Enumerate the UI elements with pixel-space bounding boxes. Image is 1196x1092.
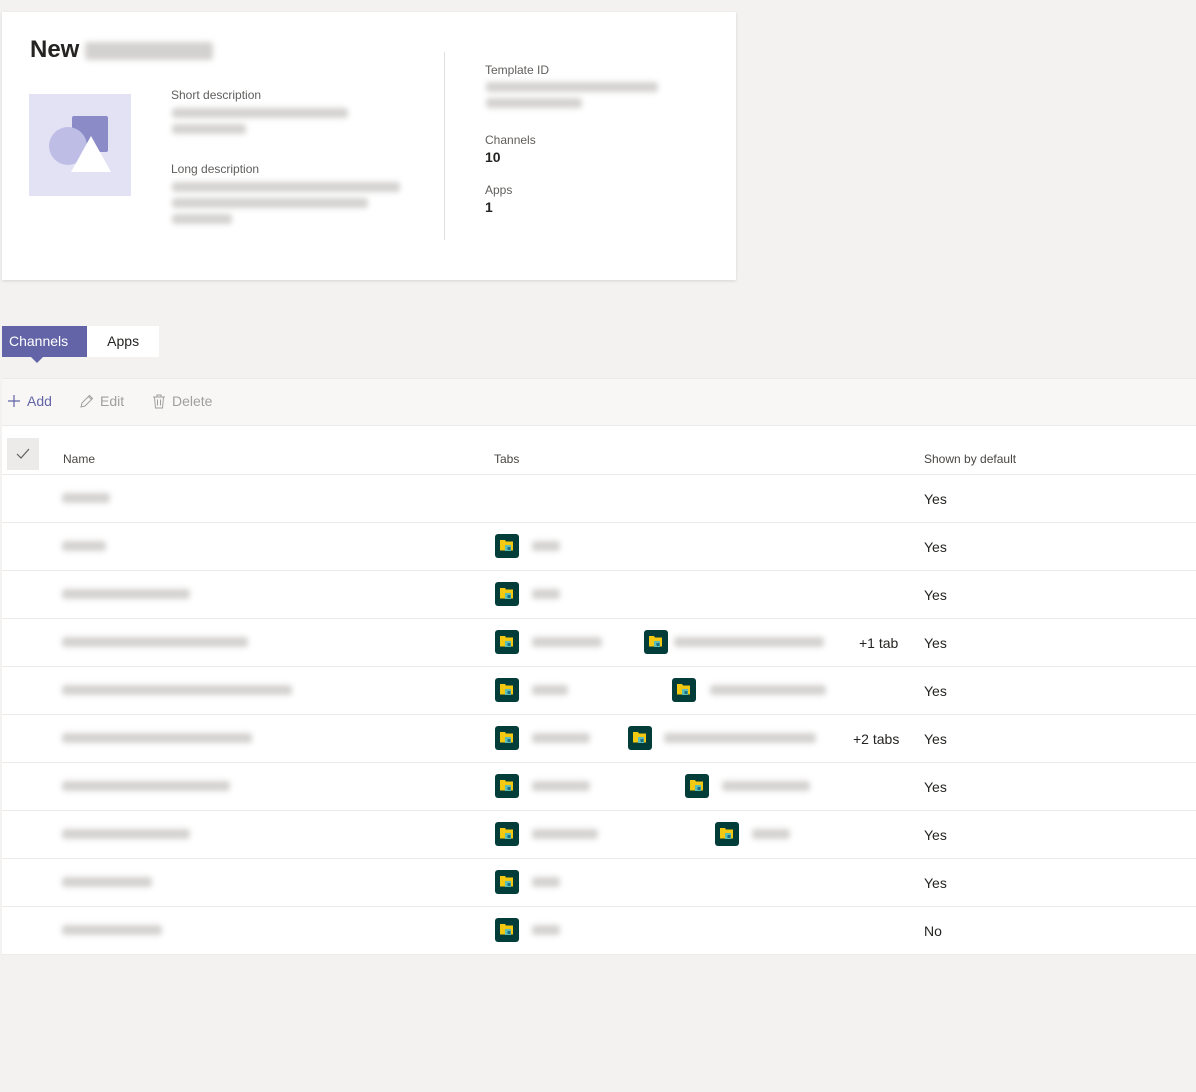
edit-label: Edit	[100, 393, 125, 409]
apps-count: 1	[485, 199, 493, 215]
redacted-long-description	[172, 182, 400, 224]
shown-by-default-value: Yes	[924, 731, 947, 747]
shown-by-default-value: Yes	[924, 779, 947, 795]
template-summary-card: New Short description Long description T…	[2, 12, 736, 280]
pivot-tabs: Channels Apps	[2, 326, 160, 363]
channels-count: 10	[485, 149, 501, 165]
template-title: New	[30, 36, 214, 64]
redacted-channel-name	[62, 925, 162, 935]
table-row[interactable]: +2 tabs Yes	[2, 715, 1196, 763]
channels-label: Channels	[485, 133, 536, 147]
files-app-icon	[495, 918, 519, 942]
tab-channels[interactable]: Channels	[2, 326, 88, 363]
shapes-icon	[49, 116, 111, 172]
channels-grid: Name Tabs Shown by default Yes Yes Yes +1 t…	[2, 426, 1196, 955]
table-row[interactable]: Yes	[2, 763, 1196, 811]
redacted-tab-name	[532, 637, 602, 647]
files-app-icon	[495, 534, 519, 558]
redacted-channel-name	[62, 877, 152, 887]
card-divider	[444, 52, 445, 240]
redacted-tab-name	[722, 781, 810, 791]
apps-label: Apps	[485, 183, 513, 197]
short-description-label: Short description	[171, 88, 262, 102]
redacted-tab-name	[532, 733, 590, 743]
plus-icon	[8, 395, 20, 407]
redacted-template-id	[486, 82, 658, 108]
redacted-tab-name	[674, 637, 824, 647]
files-app-icon	[628, 726, 652, 750]
delete-button[interactable]: Delete	[152, 393, 212, 409]
column-header-shown-by-default[interactable]: Shown by default	[924, 452, 1016, 466]
redacted-channel-name	[62, 829, 190, 839]
redacted-channel-name	[62, 733, 252, 743]
shown-by-default-value: No	[924, 923, 942, 939]
long-description-label: Long description	[171, 162, 260, 176]
files-app-icon	[495, 726, 519, 750]
redacted-channel-name	[62, 685, 292, 695]
shown-by-default-value: Yes	[924, 539, 947, 555]
column-header-tabs[interactable]: Tabs	[494, 452, 519, 466]
more-tabs-count: +2 tabs	[853, 731, 900, 747]
redacted-tab-name	[532, 781, 590, 791]
redacted-tab-name	[664, 733, 816, 743]
table-row[interactable]: Yes	[2, 667, 1196, 715]
shown-by-default-value: Yes	[924, 635, 947, 651]
files-app-icon	[495, 678, 519, 702]
tab-apps[interactable]: Apps	[87, 326, 160, 357]
grid-header: Name Tabs Shown by default	[2, 426, 1196, 475]
files-app-icon	[495, 582, 519, 606]
template-image	[29, 94, 131, 196]
redacted-tab-name	[752, 829, 790, 839]
redacted-channel-name	[62, 541, 106, 551]
redacted-tab-name	[710, 685, 826, 695]
table-row[interactable]: No	[2, 907, 1196, 955]
shown-by-default-value: Yes	[924, 683, 947, 699]
redacted-template-name	[85, 41, 214, 60]
redacted-tab-name	[532, 877, 560, 887]
table-row[interactable]: +1 tab Yes	[2, 619, 1196, 667]
redacted-short-description	[172, 108, 348, 134]
redacted-channel-name	[62, 589, 190, 599]
files-app-icon	[672, 678, 696, 702]
shown-by-default-value: Yes	[924, 827, 947, 843]
trash-icon	[153, 394, 165, 408]
files-app-icon	[495, 774, 519, 798]
delete-label: Delete	[172, 393, 213, 409]
files-app-icon	[495, 630, 519, 654]
files-app-icon	[644, 630, 668, 654]
redacted-tab-name	[532, 589, 560, 599]
table-row[interactable]: Yes	[2, 811, 1196, 859]
redacted-channel-name	[62, 637, 248, 647]
table-row[interactable]: Yes	[2, 859, 1196, 907]
select-all-checkbox[interactable]	[7, 438, 39, 470]
redacted-channel-name	[62, 493, 110, 503]
column-header-name[interactable]: Name	[63, 452, 95, 466]
add-label: Add	[27, 393, 52, 409]
files-app-icon	[495, 870, 519, 894]
table-row[interactable]: Yes	[2, 523, 1196, 571]
files-app-icon	[685, 774, 709, 798]
shown-by-default-value: Yes	[924, 587, 947, 603]
redacted-channel-name	[62, 781, 230, 791]
more-tabs-count: +1 tab	[859, 635, 899, 651]
files-app-icon	[495, 822, 519, 846]
redacted-tab-name	[532, 829, 598, 839]
table-row[interactable]: Yes	[2, 475, 1196, 523]
template-id-label: Template ID	[485, 63, 550, 77]
shown-by-default-value: Yes	[924, 491, 947, 507]
command-bar: Add Edit Delete	[2, 378, 1196, 426]
table-row[interactable]: Yes	[2, 571, 1196, 619]
shown-by-default-value: Yes	[924, 875, 947, 891]
redacted-tab-name	[532, 541, 560, 551]
redacted-tab-name	[532, 925, 560, 935]
pencil-icon	[80, 394, 94, 408]
files-app-icon	[715, 822, 739, 846]
template-title-prefix: New	[30, 36, 80, 63]
edit-button[interactable]: Edit	[79, 393, 124, 409]
redacted-tab-name	[532, 685, 568, 695]
checkmark-icon	[16, 448, 30, 459]
add-button[interactable]: Add	[7, 393, 52, 409]
